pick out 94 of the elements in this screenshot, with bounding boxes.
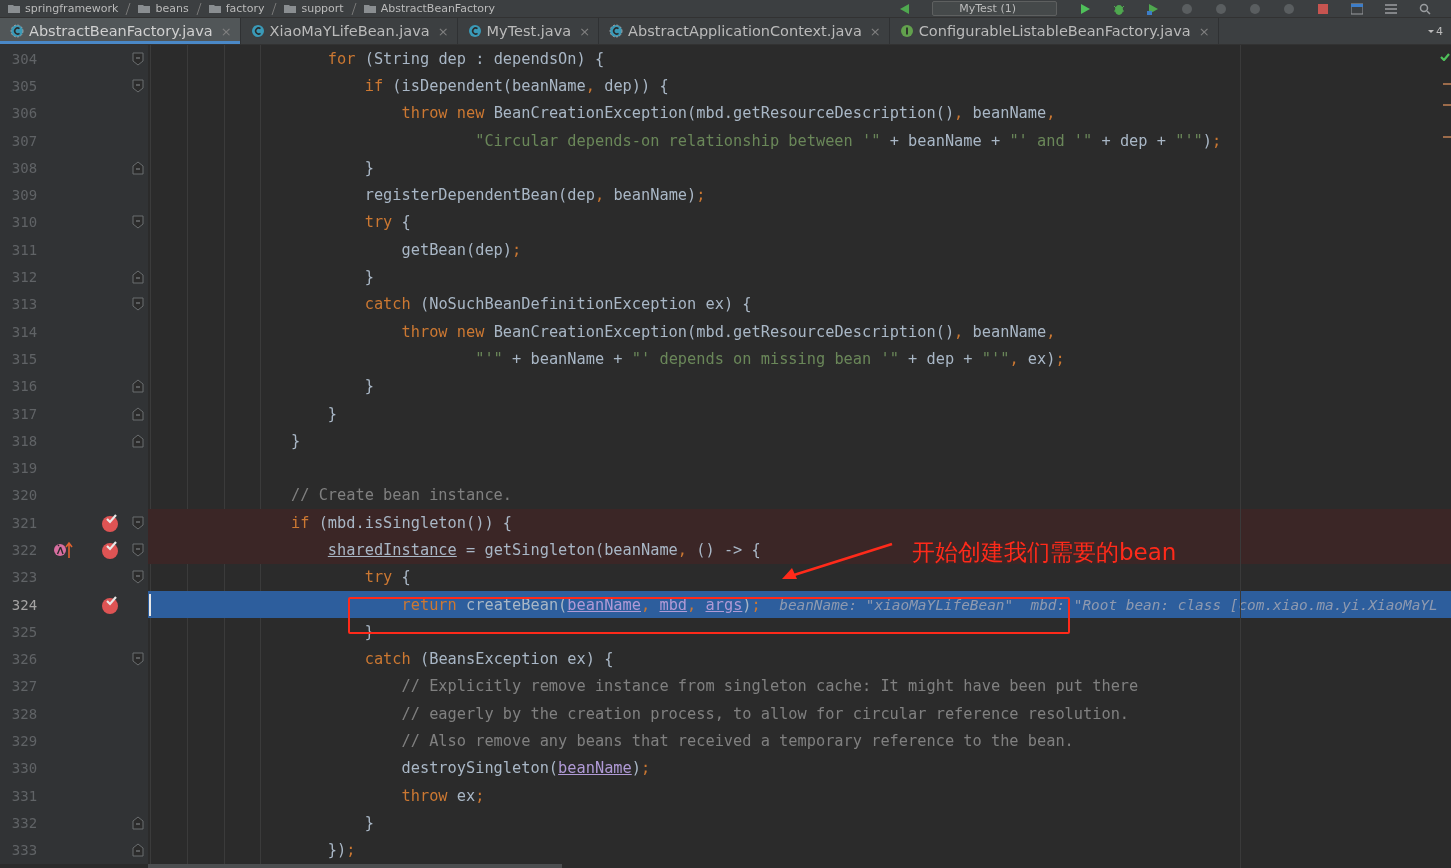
code-line: sharedInstance = getSingleton(beanName, () -> { — [326, 541, 761, 559]
horizontal-scrollbar[interactable] — [148, 864, 562, 868]
back-arrow-icon[interactable] — [899, 2, 911, 15]
line-number: 324 — [10, 596, 38, 613]
tab-label: AbstractBeanFactory.java — [29, 23, 213, 39]
class-icon — [250, 24, 265, 38]
breadcrumb-item[interactable]: beans — [155, 2, 189, 15]
breadcrumb-item[interactable]: factory — [225, 2, 265, 15]
fold-marker-icon[interactable] — [132, 433, 144, 448]
code-line: try { — [363, 213, 411, 232]
breakpoint-icon[interactable] — [101, 540, 120, 560]
caret-icon[interactable] — [1428, 27, 1434, 35]
toolbar-icon[interactable] — [1181, 2, 1193, 15]
separator-icon — [271, 2, 278, 15]
code-line: throw new BeanCreationException(mbd.getResourceDescription(), beanName, — [400, 104, 1056, 123]
window-icon[interactable] — [1351, 2, 1363, 15]
breadcrumb-item[interactable]: springframework — [25, 2, 119, 15]
toolbar-icon[interactable] — [1215, 2, 1227, 15]
separator-icon — [195, 2, 202, 15]
structure-icon[interactable] — [1385, 2, 1397, 15]
class-icon — [10, 24, 24, 38]
code-line: } — [363, 813, 374, 832]
checkmark-icon — [1440, 53, 1450, 61]
code-line: destroySingleton(beanName); — [400, 759, 651, 778]
toolbar-icon[interactable] — [1249, 2, 1261, 15]
separator-icon — [125, 2, 132, 15]
toolbar-icon[interactable] — [1283, 2, 1295, 15]
breakpoint-icon[interactable] — [101, 595, 120, 615]
code-line: getBean(dep); — [400, 240, 522, 259]
fold-marker-icon[interactable] — [132, 815, 144, 830]
fold-marker-icon[interactable] — [132, 78, 144, 93]
fold-marker-icon[interactable] — [132, 515, 144, 530]
fold-marker-icon[interactable] — [132, 543, 144, 557]
folder-icon — [208, 3, 221, 14]
code-line: } — [291, 431, 301, 450]
coverage-icon[interactable] — [1147, 2, 1159, 15]
code-line: } — [363, 268, 374, 286]
code-line: catch (BeansException ex) { — [363, 650, 614, 669]
text-cursor — [149, 593, 151, 616]
code-line: catch (NoSuchBeanDefinitionException ex) { — [363, 295, 752, 314]
code-line: if (mbd.isSingleton()) { — [291, 513, 513, 532]
lambda-marker-icon[interactable] — [53, 541, 74, 559]
code-line: if (isDependent(beanName, dep)) { — [363, 76, 669, 95]
code-line: // eagerly by the creation process, to allow for circular reference resolution. — [400, 704, 1130, 723]
bug-icon[interactable] — [1113, 2, 1125, 15]
class-icon — [467, 24, 482, 38]
code-line: } — [363, 158, 374, 177]
code-line: try { — [363, 568, 411, 587]
class-icon — [609, 24, 624, 38]
fold-marker-icon[interactable] — [132, 570, 144, 585]
stop-icon[interactable] — [1317, 2, 1329, 15]
editor-tab[interactable]: AbstractBeanFactory.java × — [0, 18, 241, 44]
code-line: "Circular depends-on relationship between '" + beanName + "' and '" + dep + "'"); — [474, 131, 1222, 150]
code-line: // Create bean instance. — [291, 486, 513, 505]
stripe-marker[interactable] — [1443, 136, 1451, 138]
fold-marker-icon[interactable] — [132, 215, 144, 230]
fold-marker-icon[interactable] — [132, 379, 144, 394]
fold-marker-icon[interactable] — [132, 160, 144, 175]
hidden-tab-count[interactable]: 4 — [1436, 24, 1443, 38]
breakpoint-icon[interactable] — [101, 513, 120, 533]
folder-icon — [8, 3, 20, 14]
tab-label: XiaoMaYLifeBean.java — [269, 23, 430, 39]
code-line: } — [326, 404, 338, 423]
code-line: registerDependentBean(dep, beanName); — [363, 186, 706, 205]
tab-label: AbstractApplicationContext.java — [628, 23, 862, 39]
tab-label: MyTest.java — [486, 23, 572, 39]
code-line: } — [363, 377, 374, 396]
folder-icon — [284, 3, 297, 14]
code-line: // Explicitly remove instance from singleton cache: It might have been put there — [400, 677, 1139, 696]
run-icon[interactable] — [1079, 2, 1091, 15]
stripe-marker[interactable] — [1443, 83, 1451, 85]
interface-icon — [899, 24, 914, 38]
search-icon[interactable] — [1419, 2, 1431, 15]
breadcrumb-item[interactable]: support — [301, 2, 344, 15]
fold-marker-icon[interactable] — [132, 297, 144, 312]
fold-marker-icon[interactable] — [132, 843, 144, 858]
tab-label: ConfigurableListableBeanFactory.java — [918, 23, 1191, 39]
code-line: throw new BeanCreationException(mbd.getResourceDescription(), beanName, — [400, 322, 1056, 341]
annotation-text: 开始创建我们需要的bean — [912, 538, 1177, 567]
fold-marker-icon[interactable] — [132, 270, 144, 284]
code-line: }); — [326, 841, 356, 860]
folder-icon — [138, 3, 151, 14]
code-line: // Also remove any beans that received a temporary reference to the bean. — [400, 732, 1074, 751]
code-line: throw ex; — [400, 786, 485, 805]
folder-icon — [363, 3, 376, 14]
stripe-marker[interactable] — [1443, 104, 1451, 106]
separator-icon — [350, 2, 357, 15]
fold-marker-icon[interactable] — [132, 652, 144, 667]
code-line: for (String dep : dependsOn) { — [326, 49, 605, 68]
fold-marker-icon[interactable] — [132, 406, 144, 421]
run-configuration-dropdown[interactable]: MyTest (1) — [932, 1, 1057, 16]
fold-marker-icon[interactable] — [132, 51, 144, 66]
code-line: "'" + beanName + "' depends on missing bean '" + dep + "'", ex); — [474, 349, 1065, 368]
breadcrumb-item[interactable]: AbstractBeanFactory — [380, 2, 496, 15]
